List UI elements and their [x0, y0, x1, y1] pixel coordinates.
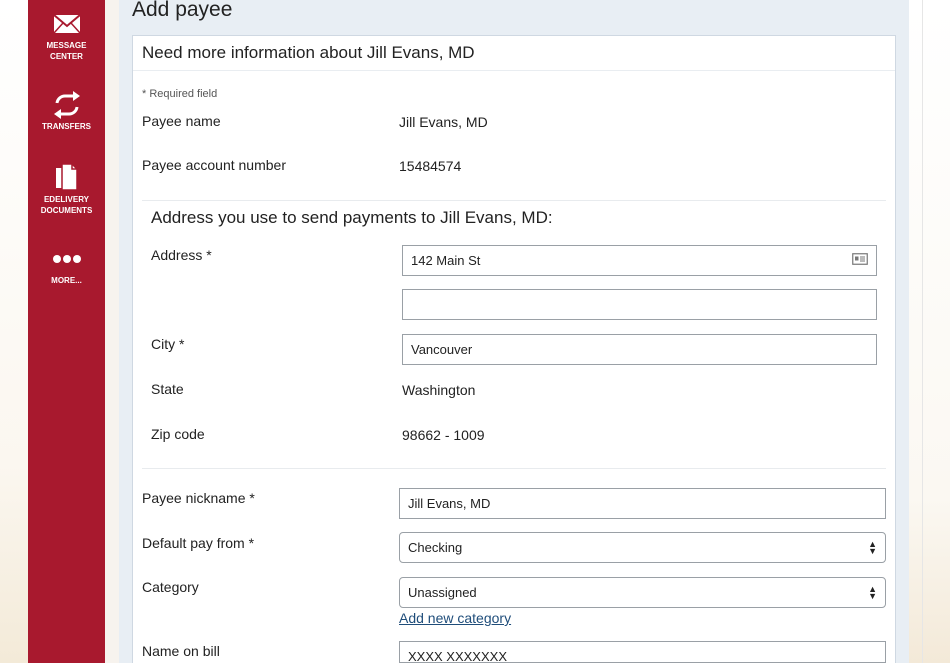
zip-code-value: 98662 - 1009 [402, 427, 485, 443]
payee-nickname-value: Jill Evans, MD [408, 496, 491, 511]
category-value: Unassigned [408, 585, 477, 600]
address-line2-input[interactable] [402, 289, 877, 320]
sidebar: MESSAGE CENTER TRANSFERS EDELIVERY DOCUM… [28, 0, 105, 663]
default-pay-from-value: Checking [408, 540, 463, 555]
payee-nickname-input[interactable]: Jill Evans, MD [399, 488, 886, 519]
sidebar-label-line2: CENTER [50, 52, 83, 61]
section-divider [142, 200, 886, 201]
envelope-icon [52, 8, 81, 40]
card-header: Need more information about Jill Evans, … [133, 36, 895, 71]
address-section-title: Address you use to send payments to Jill… [151, 208, 553, 227]
required-field-note: * Required field [142, 88, 218, 100]
category-label: Category [142, 579, 199, 595]
sidebar-item-message-center[interactable]: MESSAGE CENTER [28, 8, 105, 62]
sidebar-item-label: EDELIVERY DOCUMENTS [32, 194, 102, 216]
name-on-bill-label: Name on bill [142, 643, 220, 659]
default-pay-from-label: Default pay from * [142, 535, 255, 551]
city-input[interactable]: Vancouver [402, 334, 877, 365]
city-label: City * [151, 336, 185, 352]
sidebar-item-more[interactable]: MORE... [28, 243, 105, 286]
name-on-bill-input[interactable]: XXXX XXXXXXX [399, 641, 886, 663]
payee-nickname-label: Payee nickname * [142, 490, 255, 506]
city-value: Vancouver [411, 342, 473, 357]
more-dots-icon [52, 243, 82, 275]
payee-account-value: 15484574 [399, 158, 462, 174]
transfer-arrows-icon [53, 89, 81, 121]
sidebar-item-label: TRANSFERS [32, 121, 102, 132]
select-arrows-icon: ▲ ▼ [868, 538, 877, 556]
section-divider [142, 468, 886, 469]
background-right-divider [922, 0, 923, 663]
background-left [0, 0, 28, 663]
sidebar-label-line1: MESSAGE [46, 41, 87, 50]
sidebar-label-line1: TRANSFERS [42, 122, 91, 131]
default-pay-from-select[interactable]: Checking ▲ ▼ [399, 532, 886, 563]
sidebar-item-label: MORE... [32, 275, 102, 286]
sidebar-label-line1: EDELIVERY [43, 195, 90, 204]
sidebar-label-line2: DOCUMENTS [40, 206, 93, 215]
sidebar-item-edelivery-documents[interactable]: EDELIVERY DOCUMENTS [28, 162, 105, 216]
address-card-icon[interactable] [852, 253, 868, 268]
sidebar-item-label: MESSAGE CENTER [32, 40, 102, 62]
page-title: Add payee [132, 0, 233, 21]
sidebar-item-transfers[interactable]: TRANSFERS [28, 89, 105, 132]
documents-icon [55, 162, 79, 194]
state-value: Washington [402, 382, 476, 398]
address-line1-value: 142 Main St [411, 253, 481, 268]
background-right [909, 0, 950, 663]
add-new-category-link[interactable]: Add new category [399, 610, 511, 626]
payee-name-label: Payee name [142, 113, 221, 129]
name-on-bill-value: XXXX XXXXXXX [408, 649, 507, 663]
state-label: State [151, 381, 184, 397]
select-arrows-icon: ▲ ▼ [868, 583, 877, 601]
address-label: Address * [151, 247, 212, 263]
zip-code-label: Zip code [151, 426, 205, 442]
sidebar-label-line1: MORE... [51, 276, 82, 285]
payee-name-value: Jill Evans, MD [399, 114, 488, 130]
category-select[interactable]: Unassigned ▲ ▼ [399, 577, 886, 608]
address-line1-input[interactable]: 142 Main St [402, 245, 877, 276]
payee-account-label: Payee account number [142, 157, 286, 173]
